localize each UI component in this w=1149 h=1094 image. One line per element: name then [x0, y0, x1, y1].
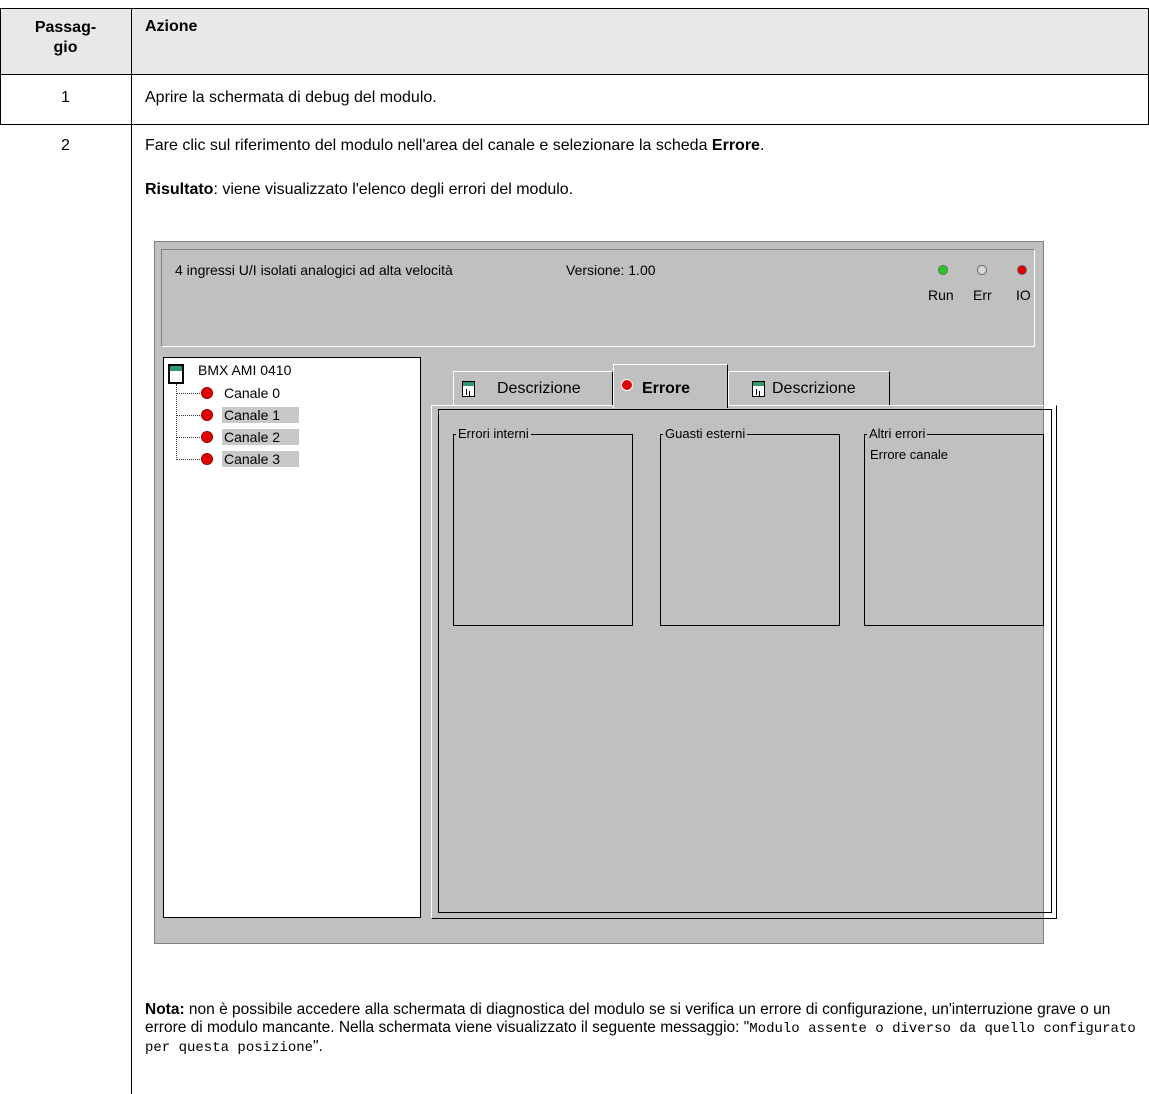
- instruction-end: .: [759, 137, 765, 154]
- err-led-label: Err: [973, 287, 992, 303]
- tree-channel-1[interactable]: Canale 1: [222, 407, 299, 423]
- note-paragraph: Nota: non è possibile accedere alla sche…: [145, 1001, 1145, 1057]
- description-tab-icon-2: [752, 381, 765, 397]
- other-errors-group: Altri errori Errore canale: [864, 426, 1044, 626]
- module-debug-window: 4 ingressi U/I isolati analogici ad alta…: [154, 241, 1057, 944]
- description-tab-icon: [462, 381, 475, 397]
- err-led-icon: [977, 265, 987, 275]
- tree-connector-2: [176, 437, 200, 438]
- note-end: ".: [313, 1038, 323, 1055]
- channel-tree-panel: BMX AMI 0410 Canale 0 Canale 1 Canale 2 …: [163, 357, 421, 918]
- other-errors-label: Altri errori: [867, 426, 928, 441]
- instruction-text: Fare clic sul riferimento del modulo nel…: [145, 137, 712, 154]
- tree-connector-vertical: [176, 384, 177, 460]
- error-tab-icon: [621, 379, 633, 391]
- result-label: Risultato: [145, 181, 214, 198]
- tab-descrizione-1[interactable]: Descrizione: [453, 371, 613, 406]
- column-header-action: Azione: [145, 18, 198, 35]
- other-errors-item: Errore canale: [870, 447, 949, 462]
- tree-channel-3[interactable]: Canale 3: [222, 451, 299, 467]
- table-row-divider: [0, 124, 1149, 125]
- tree-channel-0[interactable]: Canale 0: [222, 385, 282, 401]
- external-faults-group: Guasti esterni: [660, 426, 840, 626]
- table-column-divider: [131, 8, 132, 1094]
- channel-0-error-icon: [201, 387, 213, 399]
- tab-descrizione-2[interactable]: Descrizione: [728, 371, 890, 406]
- external-faults-label: Guasti esterni: [663, 426, 748, 441]
- step-action-1: Aprire la schermata di debug del modulo.: [145, 89, 437, 106]
- table-header-divider: [0, 74, 1149, 75]
- column-header-step: Passag- gio: [34, 19, 97, 56]
- table-top-border: [0, 8, 1149, 9]
- channel-1-error-icon: [201, 409, 213, 421]
- io-led-icon: [1017, 265, 1027, 275]
- status-led-io: IO: [1014, 263, 1038, 308]
- result-text: : viene visualizzato l'elenco degli erro…: [213, 181, 574, 198]
- tab-descrizione-2-label: Descrizione: [772, 380, 856, 397]
- module-node-icon: [168, 364, 184, 384]
- step-action-2-result: Risultato: viene visualizzato l'elenco d…: [145, 181, 573, 199]
- internal-errors-label: Errori interni: [456, 426, 531, 441]
- channel-3-error-icon: [201, 453, 213, 465]
- tree-channel-2[interactable]: Canale 2: [222, 429, 299, 445]
- instruction-tab-name: Errore: [711, 137, 760, 154]
- tree-connector-0: [176, 393, 200, 394]
- run-led-label: Run: [928, 287, 954, 303]
- tree-connector-1: [176, 415, 200, 416]
- note-label: Nota:: [145, 1001, 185, 1018]
- status-led-run: Run: [926, 263, 956, 308]
- step-number-2: 2: [61, 137, 70, 154]
- tab-errore[interactable]: Errore: [613, 364, 728, 408]
- step-number-1: 1: [61, 89, 70, 106]
- module-title: 4 ingressi U/I isolati analogici ad alta…: [175, 262, 453, 278]
- tab-errore-label: Errore: [642, 380, 691, 397]
- run-led-icon: [938, 265, 948, 275]
- error-tab-content: Errori interni Guasti esterni Altri erro…: [431, 405, 1057, 919]
- tree-connector-3: [176, 459, 200, 460]
- tree-root-module[interactable]: BMX AMI 0410: [198, 362, 291, 378]
- status-led-err: Err: [968, 263, 998, 308]
- step-action-2-instruction: Fare clic sul riferimento del modulo nel…: [145, 137, 764, 155]
- channel-2-error-icon: [201, 431, 213, 443]
- module-info-panel: 4 ingressi U/I isolati analogici ad alta…: [161, 249, 1035, 347]
- module-version: Versione: 1.00: [566, 262, 656, 278]
- tab-descrizione-1-label: Descrizione: [497, 380, 581, 397]
- error-content-inner-frame: Errori interni Guasti esterni Altri erro…: [438, 409, 1052, 913]
- io-led-label: IO: [1016, 287, 1031, 303]
- internal-errors-group: Errori interni: [453, 426, 633, 626]
